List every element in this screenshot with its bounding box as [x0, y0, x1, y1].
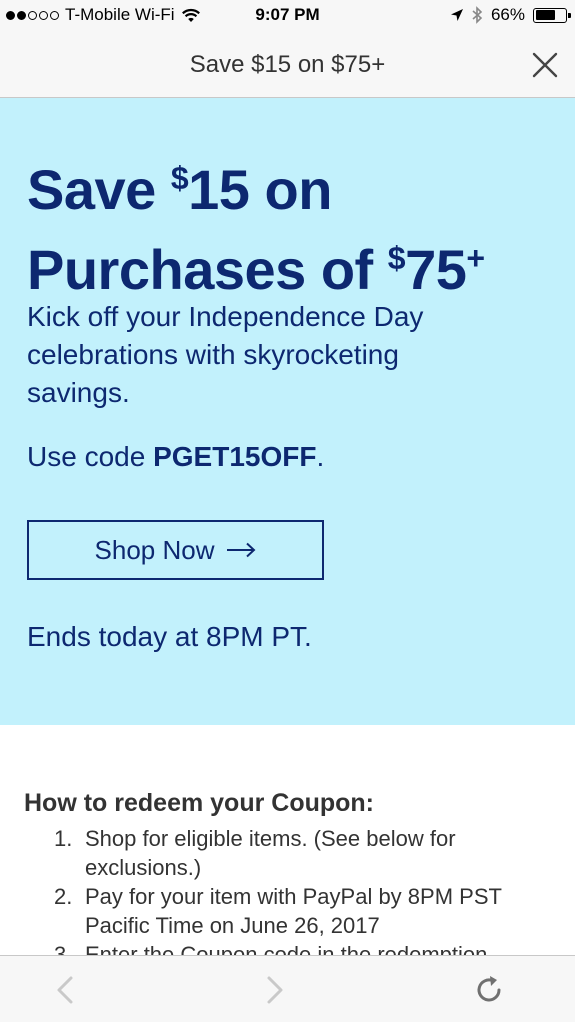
- list-item: 3. Enter the Coupon code in the redemptio…: [54, 942, 488, 955]
- headline-line-1: Save $15 on: [27, 158, 332, 221]
- promo-end-time: Ends today at 8PM PT.: [27, 621, 312, 652]
- battery-level: [535, 10, 555, 20]
- redeem-steps: 1. Shop for eligible items. (See below fo…: [54, 824, 554, 955]
- battery-icon: [533, 7, 571, 23]
- redeem-heading: How to redeem your Coupon:: [24, 789, 374, 817]
- promo-headline: Save $15 on Purchases of $75+: [27, 144, 485, 304]
- promo-description: Kick off your Independence Day celebrati…: [27, 301, 424, 408]
- arrow-right-icon: [227, 542, 256, 558]
- reload-icon[interactable]: [472, 973, 506, 1007]
- bluetooth-icon: [472, 6, 483, 24]
- forward-arrow-icon[interactable]: [260, 974, 290, 1006]
- status-bar: T-Mobile Wi-Fi 9:07 PM 66%: [0, 0, 575, 32]
- promo-banner: Save $15 on Purchases of $75+ Kick off y…: [0, 98, 575, 725]
- headline-line-2: Purchases of $75+: [27, 238, 485, 301]
- list-item: 2. Pay for your item with PayPal by 8PM P…: [54, 884, 502, 938]
- browser-toolbar: [0, 955, 575, 1022]
- close-icon[interactable]: [529, 49, 561, 81]
- promo-code: PGET15OFF: [153, 441, 317, 472]
- back-arrow-icon[interactable]: [50, 974, 80, 1006]
- shop-now-label: Shop Now: [94, 534, 215, 565]
- battery-percent: 66%: [490, 5, 525, 24]
- title-bar: Save $15 on $75+: [0, 32, 575, 98]
- redeem-section: How to redeem your Coupon: 1. Shop for el…: [0, 725, 575, 955]
- status-right: 66%: [450, 5, 571, 25]
- location-arrow-icon: [450, 9, 463, 21]
- list-item: 1. Shop for eligible items. (See below fo…: [54, 826, 456, 880]
- shop-now-button[interactable]: Shop Now: [27, 520, 324, 580]
- page-title: Save $15 on $75+: [189, 51, 386, 78]
- promo-code-line: Use code PGET15OFF.: [27, 441, 325, 472]
